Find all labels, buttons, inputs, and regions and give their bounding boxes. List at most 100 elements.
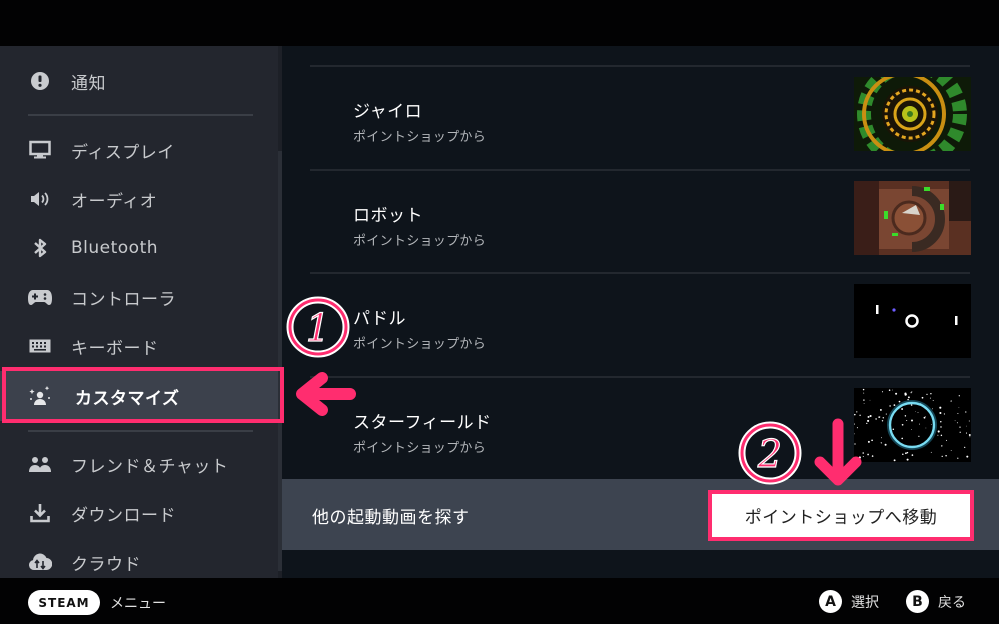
- sidebar-item-label: キーボード: [71, 338, 159, 359]
- star-dot: [921, 396, 924, 399]
- star-dot: [901, 408, 904, 410]
- sidebar-item-label: Bluetooth: [71, 238, 159, 258]
- star-dot: [906, 458, 909, 461]
- sidebar-item-friends-chat[interactable]: フレンド＆チャット: [0, 440, 282, 488]
- hint-label: 戻る: [938, 594, 966, 611]
- star-dot: [959, 426, 961, 428]
- hint-back[interactable]: B 戻る: [906, 590, 966, 613]
- star-dot: [882, 417, 885, 419]
- star-dot: [863, 392, 865, 394]
- sidebar-item-keyboard[interactable]: キーボード: [0, 322, 282, 370]
- video-title: パドル: [353, 309, 407, 329]
- sidebar-item-label: フレンド＆チャット: [71, 456, 229, 477]
- star-dot: [959, 431, 961, 433]
- star-dot: [856, 411, 858, 413]
- star-dot: [904, 415, 907, 417]
- star-dot: [856, 427, 858, 429]
- bluetooth-icon: [28, 236, 52, 260]
- monitor-icon: [28, 138, 52, 162]
- video-source: ポイントショップから: [353, 441, 487, 456]
- sidebar-item-controller[interactable]: コントローラ: [0, 273, 282, 321]
- sidebar-item-label: オーディオ: [71, 191, 158, 212]
- sidebar-divider: [28, 430, 253, 432]
- go-to-points-shop-button[interactable]: ポイントショップへ移動: [708, 490, 974, 541]
- find-more-label: 他の起動動画を探す: [312, 508, 470, 528]
- star-dot: [925, 416, 926, 417]
- sidebar-item-label: カスタマイズ: [75, 388, 180, 409]
- sidebar-item-customize[interactable]: カスタマイズ: [0, 371, 282, 421]
- video-row-starfield[interactable]: スターフィールド ポイントショップから: [282, 378, 999, 480]
- star-dot: [930, 393, 932, 395]
- download-icon: [28, 501, 52, 525]
- video-row-robot[interactable]: ロボット ポイントショップから: [282, 171, 999, 273]
- star-dot: [880, 442, 882, 444]
- star-dot: [957, 457, 959, 459]
- steam-menu-label: メニュー: [110, 596, 166, 612]
- star-dot: [911, 454, 914, 456]
- star-dot: [950, 449, 952, 451]
- star-dot: [862, 456, 864, 457]
- star-dot: [940, 421, 942, 423]
- star-dot: [892, 428, 895, 430]
- star-dot: [965, 411, 967, 413]
- star-dot: [893, 404, 896, 406]
- star-dot: [889, 405, 891, 407]
- video-title: ロボット: [353, 206, 423, 226]
- sidebar-item-display[interactable]: ディスプレイ: [0, 126, 282, 174]
- video-row-gyro[interactable]: ジャイロ ポイントショップから: [282, 67, 999, 169]
- video-row-paddle[interactable]: パドル ポイントショップから: [282, 274, 999, 376]
- sidebar-item-notifications[interactable]: 通知: [0, 57, 282, 105]
- sidebar-item-audio[interactable]: オーディオ: [0, 175, 282, 223]
- star-dot: [867, 419, 870, 422]
- video-title: ジャイロ: [353, 102, 423, 122]
- star-dot: [965, 432, 968, 434]
- star-dot: [902, 453, 904, 455]
- star-dot: [854, 433, 855, 435]
- sidebar-item-downloads[interactable]: ダウンロード: [0, 489, 282, 537]
- video-source: ポイントショップから: [353, 130, 487, 145]
- star-dot: [881, 437, 882, 439]
- star-dot: [904, 392, 907, 395]
- star-dot: [863, 403, 865, 405]
- star-dot: [906, 419, 908, 422]
- star-dot: [866, 422, 868, 425]
- star-dot: [892, 389, 894, 391]
- star-dot: [915, 410, 917, 412]
- footer-bar: STEAM メニュー A 選択 B 戻る: [0, 578, 999, 624]
- video-title: スターフィールド: [353, 413, 492, 433]
- steam-menu-button[interactable]: STEAM: [28, 590, 100, 615]
- star-dot: [881, 391, 884, 393]
- star-dot: [919, 423, 921, 425]
- video-thumbnail-robot: [854, 181, 971, 255]
- star-dot: [854, 413, 856, 416]
- star-dot: [965, 425, 967, 427]
- star-dot: [958, 407, 960, 408]
- top-bar: [0, 0, 999, 46]
- hint-select[interactable]: A 選択: [819, 590, 879, 613]
- star-dot: [945, 439, 948, 441]
- star-dot: [871, 439, 873, 442]
- sidebar-divider: [28, 114, 253, 116]
- star-dot: [968, 420, 970, 422]
- star-dot: [884, 443, 887, 446]
- star-dot: [863, 399, 865, 401]
- video-source: ポイントショップから: [353, 234, 487, 249]
- sidebar-item-bluetooth[interactable]: Bluetooth: [0, 224, 282, 272]
- star-dot: [932, 400, 934, 401]
- star-dot: [926, 393, 928, 396]
- star-dot: [858, 456, 861, 459]
- star-dot: [907, 396, 910, 399]
- star-dot: [911, 419, 913, 422]
- star-dot: [966, 455, 969, 458]
- star-dot: [854, 443, 856, 445]
- star-dot: [867, 440, 870, 443]
- star-dot: [943, 413, 945, 415]
- customize-sparkle-icon: [28, 384, 52, 408]
- star-dot: [906, 451, 909, 454]
- star-dot: [875, 418, 877, 420]
- star-dot: [885, 413, 887, 415]
- star-dot: [930, 424, 932, 425]
- star-dot: [895, 392, 898, 395]
- star-dot: [941, 445, 943, 447]
- sidebar-item-cloud[interactable]: クラウド: [0, 538, 282, 578]
